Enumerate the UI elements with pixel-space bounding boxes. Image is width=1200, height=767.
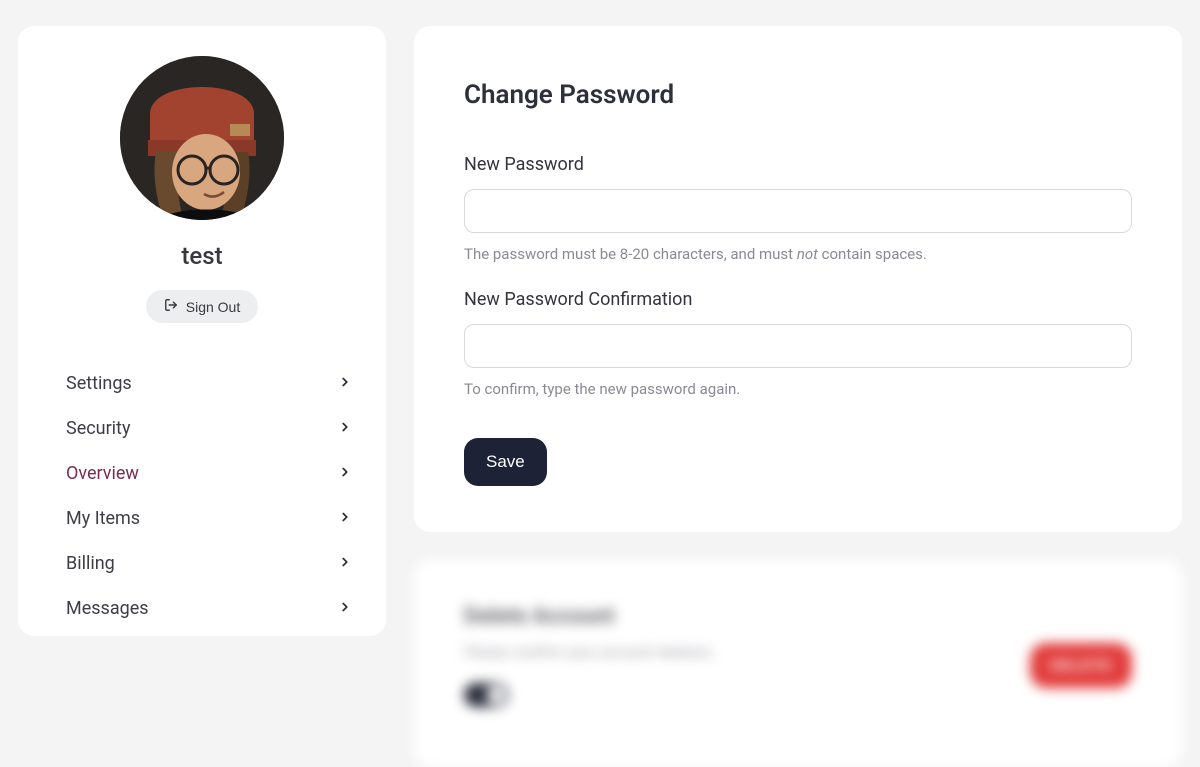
sidebar-item-my-items[interactable]: My Items <box>18 496 386 541</box>
change-password-card: Change Password New Password The passwor… <box>414 26 1182 532</box>
sidebar-item-label: Settings <box>66 373 132 394</box>
sidebar-item-security[interactable]: Security <box>18 406 386 451</box>
chevron-right-icon <box>338 373 352 394</box>
save-button[interactable]: Save <box>464 438 547 486</box>
sidebar-item-label: Billing <box>66 553 115 574</box>
new-password-label: New Password <box>464 154 1132 175</box>
sidebar-item-billing[interactable]: Billing <box>18 541 386 586</box>
help-text: contain spaces. <box>818 245 927 263</box>
delete-account-card: Delete Account Please confirm your accou… <box>414 560 1182 767</box>
sidebar-item-label: Overview <box>66 463 139 484</box>
delete-button[interactable]: DELETE <box>1030 643 1132 688</box>
sign-out-icon <box>164 298 178 315</box>
chevron-right-icon <box>338 463 352 484</box>
avatar <box>120 56 284 220</box>
sidebar-item-messages[interactable]: Messages <box>18 586 386 631</box>
confirm-password-label: New Password Confirmation <box>464 289 1132 310</box>
help-text: The password must be 8-20 characters, an… <box>464 245 797 263</box>
confirm-delete-toggle[interactable] <box>464 683 508 707</box>
sidebar-nav: Settings Security Overview My Items <box>18 361 386 631</box>
card-title: Change Password <box>464 80 1132 110</box>
main-content: Change Password New Password The passwor… <box>414 26 1182 767</box>
delete-account-title: Delete Account <box>464 604 715 629</box>
help-text-em: not <box>797 245 818 263</box>
confirm-password-help: To confirm, type the new password again. <box>464 380 1132 398</box>
sign-out-button[interactable]: Sign Out <box>146 290 258 323</box>
chevron-right-icon <box>338 508 352 529</box>
sidebar-item-label: Security <box>66 418 130 439</box>
sidebar-item-label: Messages <box>66 598 149 619</box>
sidebar-item-overview[interactable]: Overview <box>18 451 386 496</box>
sidebar: test Sign Out Settings <box>18 26 386 636</box>
delete-account-subtitle: Please confirm your account deletion. <box>464 643 715 661</box>
sign-out-label: Sign Out <box>186 299 240 315</box>
chevron-right-icon <box>338 553 352 574</box>
new-password-input[interactable] <box>464 189 1132 233</box>
sidebar-item-label: My Items <box>66 508 140 529</box>
new-password-help: The password must be 8-20 characters, an… <box>464 245 1132 263</box>
sidebar-item-settings[interactable]: Settings <box>18 361 386 406</box>
chevron-right-icon <box>338 418 352 439</box>
confirm-password-input[interactable] <box>464 324 1132 368</box>
username: test <box>181 242 222 270</box>
chevron-right-icon <box>338 598 352 619</box>
